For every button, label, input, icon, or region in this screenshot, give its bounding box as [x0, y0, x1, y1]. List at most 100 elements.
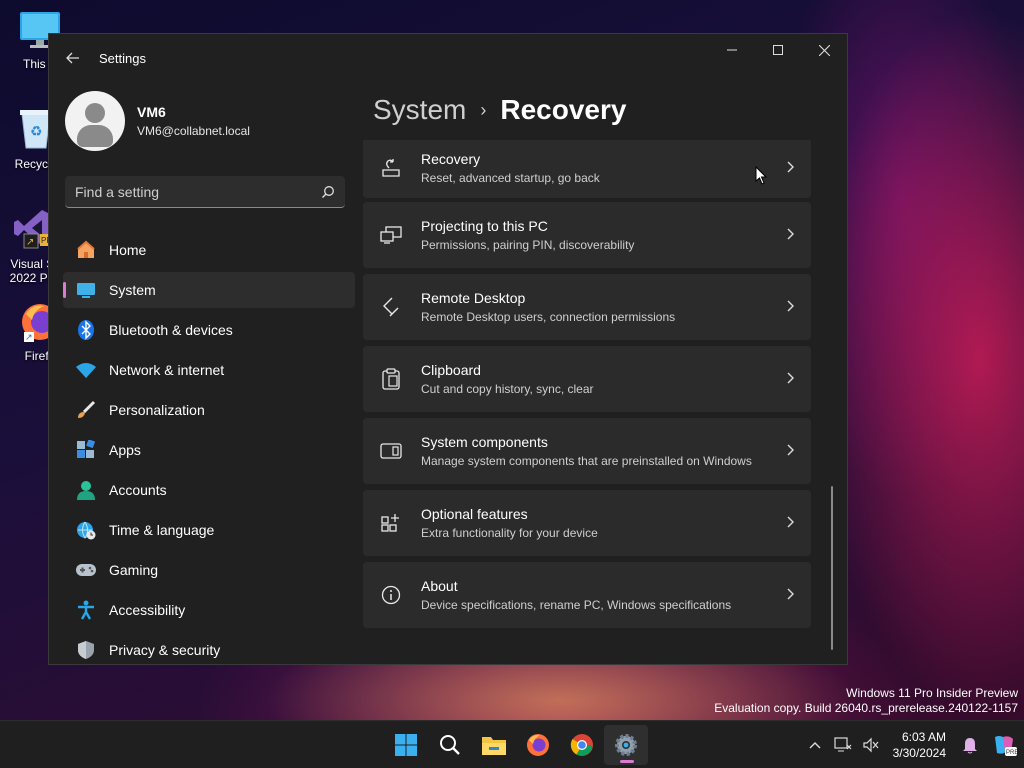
window-controls — [709, 34, 847, 66]
nav-item-privacy-security[interactable]: Privacy & security — [63, 632, 355, 664]
card-title: Clipboard — [421, 362, 481, 378]
nav-item-gaming[interactable]: Gaming — [63, 552, 355, 588]
card-title: About — [421, 578, 458, 594]
breadcrumb-parent[interactable]: System — [373, 94, 466, 126]
taskbar-apps — [384, 721, 648, 768]
minimize-button[interactable] — [709, 34, 755, 66]
chevron-right-icon — [771, 443, 811, 459]
search-icon[interactable] — [321, 185, 335, 199]
chevron-right-icon — [771, 587, 811, 603]
nav-item-personalization[interactable]: Personalization — [63, 392, 355, 428]
chevron-right-icon — [771, 160, 811, 176]
nav-item-label: Network & internet — [109, 362, 225, 378]
nav-item-system[interactable]: System — [63, 272, 355, 308]
chrome-taskbar-button[interactable] — [560, 725, 604, 765]
globe-clock-icon — [75, 519, 97, 541]
chevron-up-icon — [809, 742, 821, 749]
system-icon — [75, 279, 97, 301]
page-title: Recovery — [500, 94, 627, 125]
chevron-right-icon — [771, 371, 811, 387]
search-box[interactable] — [65, 176, 345, 208]
nav-item-label: System — [109, 282, 156, 298]
nav-item-label: Accessibility — [109, 602, 186, 618]
main-content: System › Recovery Recovery Reset, advanc… — [363, 82, 847, 664]
close-icon — [818, 44, 830, 56]
setting-card-remote-desktop[interactable]: Remote Desktop Remote Desktop users, con… — [363, 274, 811, 340]
shield-icon — [75, 639, 97, 661]
file-explorer-icon — [482, 737, 506, 755]
system-tray: 6:03 AM 3/30/2024 PRE — [801, 721, 1024, 768]
card-title: Recovery — [421, 151, 481, 167]
apps-icon — [75, 439, 97, 461]
window-title: Settings — [99, 50, 146, 66]
nav-item-label: Personalization — [109, 402, 205, 418]
optional-features-icon — [379, 511, 403, 535]
nav-item-network[interactable]: Network & internet — [63, 352, 355, 388]
minimize-icon — [727, 49, 737, 51]
nav-item-accessibility[interactable]: Accessibility — [63, 592, 355, 628]
nav-item-bluetooth[interactable]: Bluetooth & devices — [63, 312, 355, 348]
search-icon — [440, 735, 460, 755]
taskbar-search-button[interactable] — [428, 725, 472, 765]
firefox-taskbar-button[interactable] — [516, 725, 560, 765]
back-button[interactable] — [49, 34, 97, 82]
card-subtitle: Device specifications, rename PC, Window… — [421, 598, 732, 612]
maximize-button[interactable] — [755, 34, 801, 66]
clipboard-icon — [379, 367, 403, 391]
card-subtitle: Remote Desktop users, connection permiss… — [421, 310, 676, 324]
nav-item-time-language[interactable]: Time & language — [63, 512, 355, 548]
volume-muted-icon — [863, 737, 879, 753]
gamepad-icon — [75, 559, 97, 581]
card-title: Projecting to this PC — [421, 218, 548, 234]
profile-name: VM6 — [137, 104, 166, 120]
show-hidden-icons-button[interactable] — [801, 725, 829, 765]
settings-taskbar-button[interactable] — [604, 725, 648, 765]
setting-card-projecting[interactable]: Projecting to this PC Permissions, pairi… — [363, 202, 811, 268]
bluetooth-icon — [75, 319, 97, 341]
nav-item-label: Accounts — [109, 482, 167, 498]
file-explorer-button[interactable] — [472, 725, 516, 765]
settings-list: Recovery Reset, advanced startup, go bac… — [363, 140, 813, 664]
card-title: Remote Desktop — [421, 290, 526, 306]
windows-watermark: Windows 11 Pro Insider Preview Evaluatio… — [714, 686, 1018, 716]
clock[interactable]: 6:03 AM 3/30/2024 — [885, 729, 956, 761]
settings-icon — [615, 734, 637, 756]
setting-card-optional-features[interactable]: Optional features Extra functionality fo… — [363, 490, 811, 556]
card-title: Optional features — [421, 506, 528, 522]
setting-card-system-components[interactable]: System components Manage system componen… — [363, 418, 811, 484]
search-input[interactable] — [75, 183, 321, 200]
user-profile[interactable]: VM6 VM6@collabnet.local — [49, 82, 359, 160]
projecting-icon — [379, 223, 403, 247]
close-button[interactable] — [801, 34, 847, 66]
nav-item-label: Time & language — [109, 522, 215, 538]
chevron-right-icon — [771, 227, 811, 243]
nav-item-apps[interactable]: Apps — [63, 432, 355, 468]
chevron-right-icon — [771, 515, 811, 531]
svg-text:PRE: PRE — [1006, 750, 1017, 756]
notifications-button[interactable] — [956, 725, 984, 765]
recovery-icon — [379, 156, 403, 180]
profile-email: VM6@collabnet.local — [137, 124, 250, 138]
watermark-line-2: Evaluation copy. Build 26040.rs_prerelea… — [714, 701, 1018, 715]
volume-button[interactable] — [857, 725, 885, 765]
network-status-button[interactable] — [829, 725, 857, 765]
scrollbar[interactable] — [831, 486, 833, 650]
nav-item-accounts[interactable]: Accounts — [63, 472, 355, 508]
mouse-cursor-icon — [755, 165, 768, 190]
firefox-icon — [527, 734, 549, 756]
setting-card-about[interactable]: About Device specifications, rename PC, … — [363, 562, 811, 628]
avatar — [65, 91, 125, 151]
setting-card-recovery[interactable]: Recovery Reset, advanced startup, go bac… — [363, 140, 811, 198]
card-subtitle: Cut and copy history, sync, clear — [421, 382, 594, 396]
clock-time: 6:03 AM — [901, 730, 946, 744]
card-subtitle: Manage system components that are preins… — [421, 454, 752, 468]
setting-card-clipboard[interactable]: Clipboard Cut and copy history, sync, cl… — [363, 346, 811, 412]
system-components-icon — [379, 439, 403, 463]
wifi-icon — [75, 359, 97, 381]
brush-icon — [75, 399, 97, 421]
copilot-button[interactable]: PRE — [984, 725, 1024, 765]
nav-item-label: Home — [109, 242, 147, 258]
start-button[interactable] — [384, 725, 428, 765]
nav-item-home[interactable]: Home — [63, 232, 355, 268]
chevron-right-icon — [771, 299, 811, 315]
